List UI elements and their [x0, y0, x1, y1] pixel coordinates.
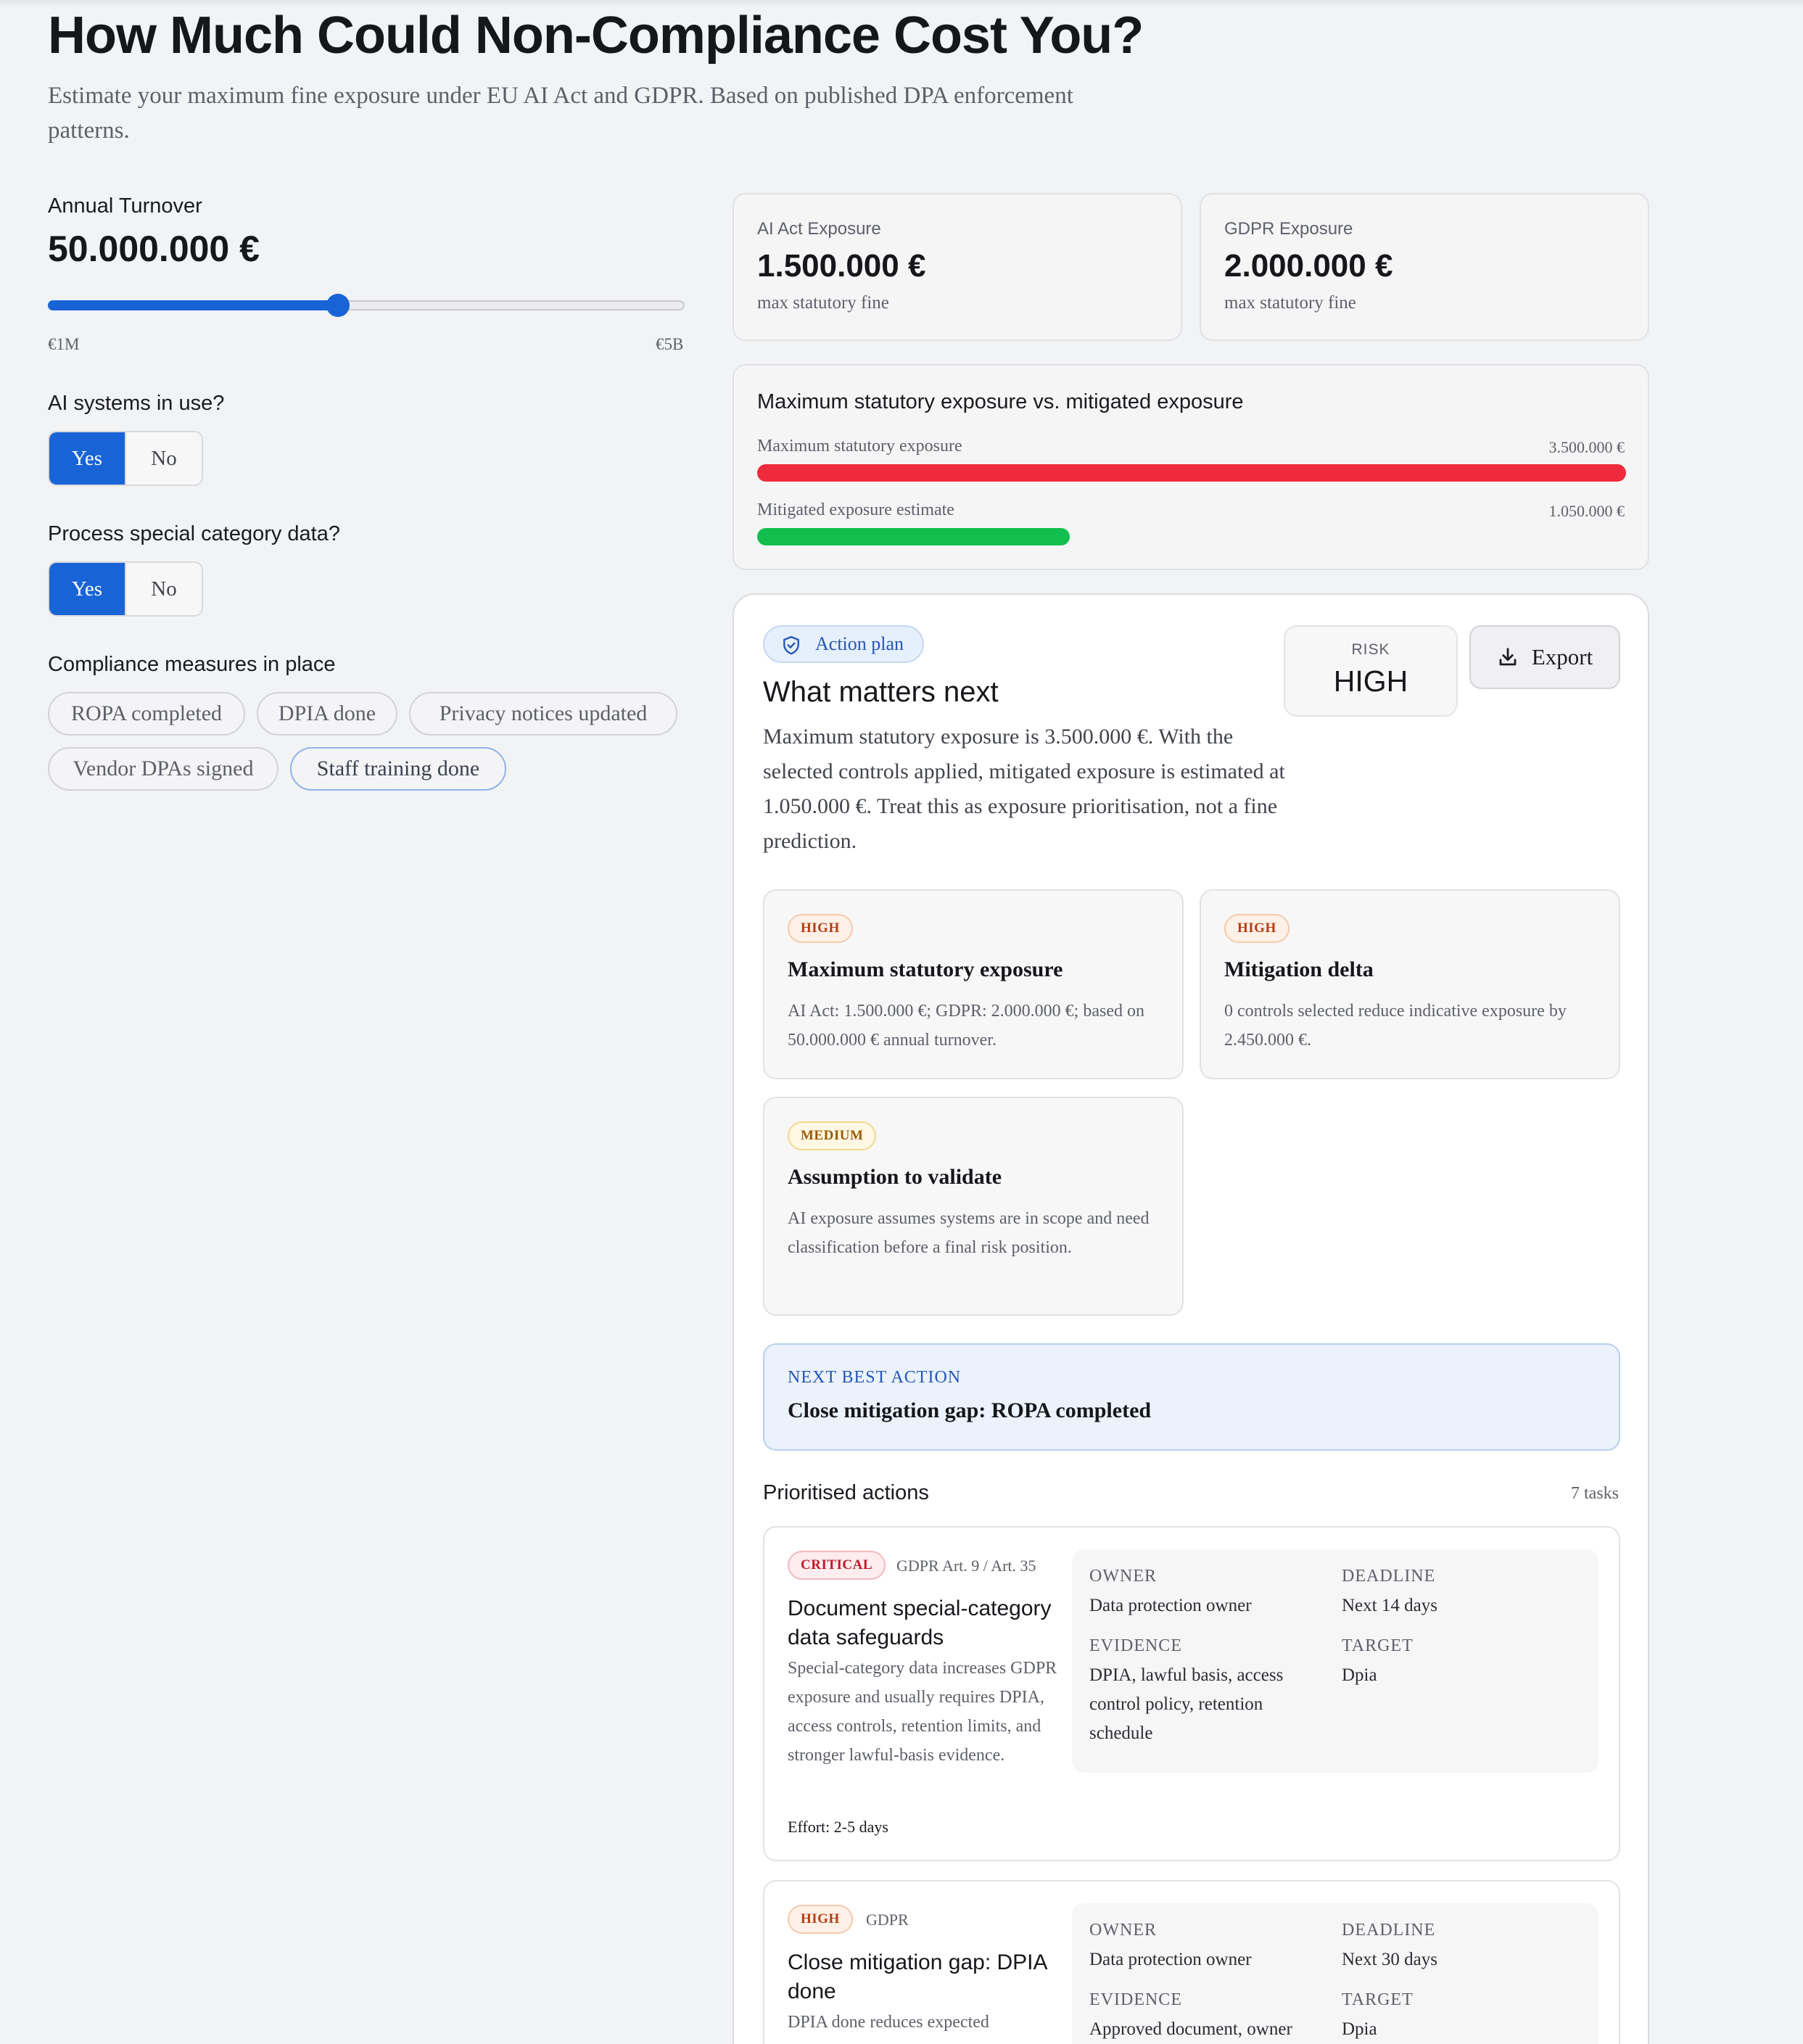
insight-title: Assumption to validate [788, 1165, 1002, 1189]
deadline-label: DEADLINE [1342, 1921, 1436, 1940]
measure-chip-vendor-dpas[interactable]: Vendor DPAs signed [48, 747, 279, 791]
measure-chip-privacy-notices[interactable]: Privacy notices updated [409, 692, 677, 735]
task-card[interactable]: HIGH GDPR Close mitigation gap: DPIA don… [763, 1880, 1620, 2044]
special-yes-button[interactable]: Yes [49, 563, 125, 615]
owner-value: Data protection owner [1089, 1950, 1252, 1969]
task-title: Close mitigation gap: DPIA done [788, 1950, 1047, 2003]
slider-max-label: €5B [656, 335, 684, 353]
deadline-value: Next 14 days [1342, 1596, 1437, 1615]
ai-act-exposure-sub: max statutory fine [757, 293, 889, 313]
export-button-label: Export [1531, 644, 1593, 669]
target-label: TARGET [1342, 1990, 1414, 2009]
task-description: Special-category data increases GDPR exp… [788, 1659, 1057, 1765]
prioritised-actions-heading: Prioritised actions [763, 1481, 929, 1504]
measure-chip-dpia[interactable]: DPIA done [257, 692, 397, 735]
shield-check-icon [783, 635, 799, 655]
special-data-label: Process special category data? [48, 522, 340, 545]
task-priority-badge: HIGH [788, 1905, 853, 1934]
mitigated-exposure-value: 1.050.000 € [1548, 502, 1625, 520]
insight-text: AI Act: 1.500.000 €; GDPR: 2.000.000 €; … [788, 1002, 1144, 1050]
mitigated-exposure-label: Mitigated exposure estimate [757, 500, 954, 519]
evidence-value: DPIA, lawful basis, access control polic… [1089, 1665, 1284, 1743]
gdpr-exposure-label: GDPR Exposure [1224, 219, 1353, 239]
target-label: TARGET [1342, 1636, 1414, 1655]
ai-act-exposure-card: AI Act Exposure 1.500.000 € max statutor… [733, 193, 1182, 341]
page-title: How Much Could Non-Compliance Cost You? [48, 7, 1144, 65]
evidence-label: EVIDENCE [1089, 1636, 1182, 1655]
special-no-button[interactable]: No [125, 563, 202, 615]
insight-title: Mitigation delta [1224, 957, 1374, 981]
download-icon [1499, 648, 1517, 666]
plan-heading: What matters next [763, 676, 999, 708]
page-subtitle: Estimate your maximum fine exposure unde… [48, 83, 1073, 144]
ai-systems-toggle: Yes No [48, 431, 203, 486]
turnover-label: Annual Turnover [48, 194, 202, 218]
action-plan-pill: Action plan [763, 625, 925, 663]
next-best-action-label: NEXT BEST ACTION [788, 1368, 962, 1387]
exposure-comparison-card: Maximum statutory exposure vs. mitigated… [733, 364, 1649, 570]
insight-badge: MEDIUM [788, 1121, 877, 1150]
turnover-slider-fill [48, 300, 339, 310]
insight-badge: HIGH [788, 914, 853, 943]
target-value: Dpia [1342, 1665, 1377, 1685]
measure-chip-ropa[interactable]: ROPA completed [48, 692, 245, 735]
task-priority-badge: CRITICAL [788, 1551, 886, 1580]
owner-label: OWNER [1089, 1921, 1157, 1940]
plan-paragraph: Maximum statutory exposure is 3.500.000 … [763, 725, 1285, 853]
owner-value: Data protection owner [1089, 1596, 1252, 1615]
evidence-label: EVIDENCE [1089, 1990, 1182, 2009]
task-reference: GDPR Art. 9 / Art. 35 [896, 1557, 1036, 1575]
export-button[interactable]: Export [1469, 625, 1620, 689]
insight-badge: HIGH [1224, 914, 1290, 943]
insight-card: HIGH Mitigation delta 0 controls selecte… [1200, 889, 1620, 1079]
insight-card: HIGH Maximum statutory exposure AI Act: … [763, 889, 1184, 1079]
ai-yes-button[interactable]: Yes [49, 432, 125, 485]
ai-no-button[interactable]: No [125, 432, 202, 485]
insight-text: AI exposure assumes systems are in scope… [788, 1209, 1150, 1257]
turnover-value: 50.000.000 € [48, 228, 260, 269]
deadline-label: DEADLINE [1342, 1567, 1436, 1586]
gdpr-exposure-card: GDPR Exposure 2.000.000 € max statutory … [1200, 193, 1649, 341]
task-effort: Effort: 2-5 days [788, 1818, 888, 1836]
task-count: 7 tasks [1571, 1484, 1619, 1503]
action-plan-pill-label: Action plan [815, 633, 904, 654]
task-meta: OWNER Data protection owner DEADLINE Nex… [1072, 1903, 1598, 2044]
special-data-toggle: Yes No [48, 561, 203, 617]
next-best-action-value: Close mitigation gap: ROPA completed [788, 1398, 1152, 1422]
task-card[interactable]: CRITICAL GDPR Art. 9 / Art. 35 Document … [763, 1526, 1620, 1861]
insight-title: Maximum statutory exposure [788, 957, 1063, 981]
slider-min-label: €1M [48, 335, 80, 353]
mitigated-exposure-bar [757, 528, 1070, 545]
gdpr-exposure-sub: max statutory fine [1224, 293, 1356, 313]
comparison-title: Maximum statutory exposure vs. mitigated… [757, 390, 1244, 413]
task-title: Document special-category data safeguard… [788, 1596, 1052, 1649]
next-best-action[interactable]: NEXT BEST ACTION Close mitigation gap: R… [763, 1343, 1620, 1451]
risk-value: HIGH [1333, 664, 1408, 698]
action-plan-panel: Action plan What matters next Maximum st… [733, 593, 1649, 2044]
risk-label: RISK [1351, 641, 1390, 658]
deadline-value: Next 30 days [1342, 1950, 1437, 1969]
task-meta: OWNER Data protection owner DEADLINE Nex… [1072, 1549, 1598, 1773]
measures-label: Compliance measures in place [48, 653, 336, 676]
evidence-value: Approved document, owner [1089, 2019, 1292, 2039]
task-reference: GDPR [866, 1911, 909, 1929]
max-exposure-label: Maximum statutory exposure [757, 437, 962, 456]
target-value: Dpia [1342, 2019, 1377, 2039]
turnover-slider-thumb[interactable] [326, 294, 350, 317]
insight-card: MEDIUM Assumption to validate AI exposur… [763, 1097, 1184, 1316]
max-exposure-bar [757, 464, 1626, 482]
insight-text: 0 controls selected reduce indicative ex… [1224, 1002, 1567, 1050]
risk-level-box: RISK HIGH [1284, 625, 1458, 717]
ai-act-exposure-label: AI Act Exposure [757, 219, 881, 239]
gdpr-exposure-value: 2.000.000 € [1224, 248, 1393, 284]
owner-label: OWNER [1089, 1567, 1157, 1586]
ai-systems-label: AI systems in use? [48, 392, 225, 415]
max-exposure-value: 3.500.000 € [1548, 438, 1625, 456]
task-description: DPIA done reduces expected [788, 2013, 989, 2032]
ai-act-exposure-value: 1.500.000 € [757, 248, 926, 284]
measure-chip-staff-training[interactable]: Staff training done [290, 747, 506, 791]
